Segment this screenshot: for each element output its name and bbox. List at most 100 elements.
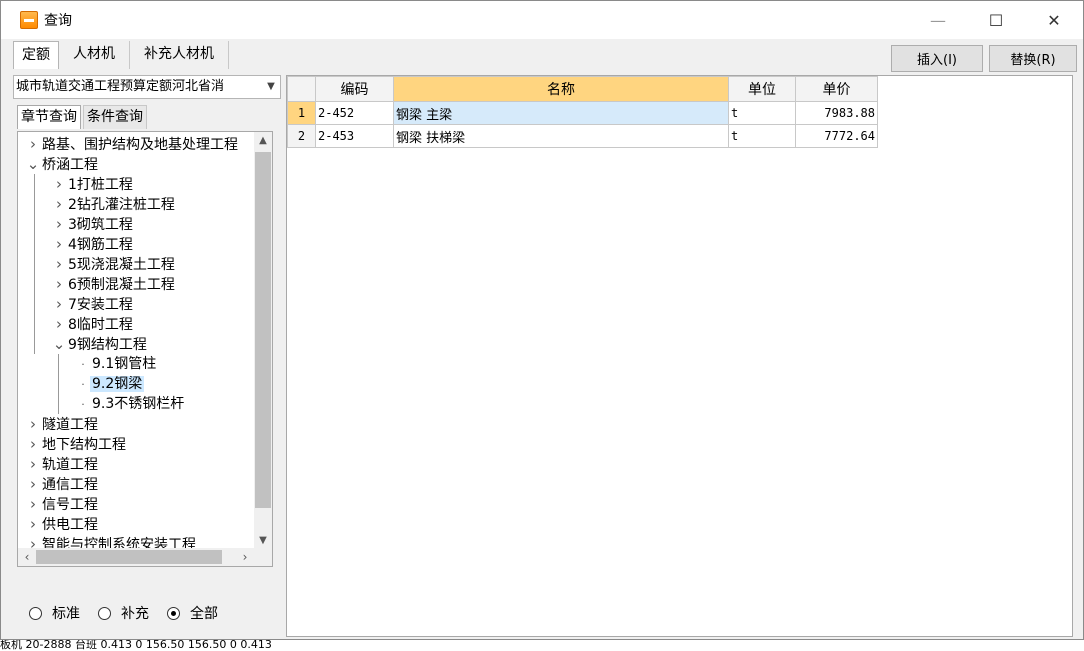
- tree-node[interactable]: › 信号工程: [18, 494, 254, 514]
- tree-node[interactable]: › 4钢筋工程: [18, 234, 254, 254]
- unit-cell[interactable]: t: [728, 124, 796, 148]
- row-number-cell[interactable]: 1: [287, 101, 316, 125]
- tree-node[interactable]: ⌄ 桥涵工程: [18, 154, 254, 174]
- chevron-down-icon[interactable]: ▼: [262, 76, 280, 98]
- scrollbar-thumb[interactable]: [255, 152, 271, 508]
- scroll-right-icon[interactable]: ›: [236, 548, 254, 566]
- tree-node-label: 地下结构工程: [42, 437, 126, 453]
- expand-icon[interactable]: ›: [26, 134, 40, 154]
- filter-radio[interactable]: 标准: [29, 603, 80, 623]
- tab-supplement-labor-material-machine[interactable]: 补充人材机: [130, 41, 229, 69]
- scroll-corner: [254, 548, 272, 566]
- tree-node[interactable]: › 供电工程: [18, 514, 254, 534]
- tree-node[interactable]: › 轨道工程: [18, 454, 254, 474]
- column-header-price[interactable]: 单价: [795, 76, 878, 102]
- expand-icon[interactable]: ›: [52, 234, 66, 254]
- tree-line-icon: ·: [81, 398, 85, 411]
- expand-icon[interactable]: ›: [52, 314, 66, 334]
- expand-icon[interactable]: ›: [26, 434, 40, 454]
- tree-node[interactable]: › 隧道工程: [18, 414, 254, 434]
- tree-node-label: 供电工程: [42, 517, 98, 533]
- tree-node-label: 9钢结构工程: [68, 337, 147, 353]
- column-header-name[interactable]: 名称: [393, 76, 729, 102]
- tree-node-label: 信号工程: [42, 497, 98, 513]
- scroll-left-icon[interactable]: ‹: [18, 548, 36, 566]
- collapse-icon[interactable]: ⌄: [52, 334, 66, 354]
- tree-node[interactable]: › 2钻孔灌注桩工程: [18, 194, 254, 214]
- tree-node-label: 轨道工程: [42, 457, 98, 473]
- tab-chapter-query[interactable]: 章节查询: [17, 105, 81, 129]
- filter-radio[interactable]: 补充: [98, 603, 149, 623]
- tree-node[interactable]: › 通信工程: [18, 474, 254, 494]
- tree-node[interactable]: · 9.2钢梁: [18, 374, 254, 394]
- tree-node[interactable]: · 9.3不锈钢栏杆: [18, 394, 254, 414]
- table-row[interactable]: 2 2-453 钢梁 扶梯梁 t 7772.64: [287, 124, 878, 148]
- tree-node-label: 8临时工程: [68, 317, 133, 333]
- expand-icon[interactable]: ›: [26, 414, 40, 434]
- name-cell[interactable]: 钢梁 扶梯梁: [393, 124, 729, 148]
- tab-quota[interactable]: 定额: [13, 41, 59, 69]
- tree-node-label: 9.3不锈钢栏杆: [92, 396, 185, 412]
- result-table: 编码 名称 单位 单价 1 2-452 钢梁 主梁 t 7983.88 2 2-453 钢梁 …: [287, 76, 878, 148]
- expand-icon[interactable]: ›: [26, 514, 40, 534]
- maximize-button[interactable]: ☐: [967, 1, 1025, 39]
- tree-node[interactable]: › 6预制混凝土工程: [18, 274, 254, 294]
- radio-button-icon[interactable]: [167, 606, 180, 620]
- tree-node-label: 桥涵工程: [42, 157, 98, 173]
- filter-radio[interactable]: 全部: [167, 603, 218, 623]
- price-cell[interactable]: 7772.64: [795, 124, 878, 148]
- code-cell[interactable]: 2-453: [315, 124, 394, 148]
- minimize-button[interactable]: —: [909, 1, 967, 39]
- unit-cell[interactable]: t: [728, 101, 796, 125]
- close-button[interactable]: ✕: [1025, 1, 1083, 39]
- tree-node[interactable]: › 3砌筑工程: [18, 214, 254, 234]
- expand-icon[interactable]: ›: [52, 194, 66, 214]
- expand-icon[interactable]: ›: [26, 494, 40, 514]
- tree-horizontal-scrollbar[interactable]: ‹ ›: [18, 548, 254, 566]
- quota-library-select[interactable]: 城市轨道交通工程预算定额河北省消 ▼: [13, 75, 281, 99]
- insert-button[interactable]: 插入(I): [891, 45, 983, 72]
- column-header-unit[interactable]: 单位: [728, 76, 796, 102]
- collapse-icon[interactable]: ⌄: [26, 154, 40, 174]
- scrollbar-thumb[interactable]: [36, 550, 222, 564]
- tree-node-label: 通信工程: [42, 477, 98, 493]
- title-bar: 查询 — ☐ ✕: [1, 1, 1083, 39]
- filter-radio-label: 全部: [190, 606, 218, 622]
- name-cell[interactable]: 钢梁 主梁: [393, 101, 729, 125]
- replace-button[interactable]: 替换(R): [989, 45, 1077, 72]
- radio-button-icon[interactable]: [29, 606, 42, 620]
- quota-library-value: 城市轨道交通工程预算定额河北省消: [16, 79, 225, 94]
- tree-node[interactable]: · 9.1钢管柱: [18, 354, 254, 374]
- price-cell[interactable]: 7983.88: [795, 101, 878, 125]
- tree-node[interactable]: › 1打桩工程: [18, 174, 254, 194]
- scroll-up-icon[interactable]: ▲: [254, 132, 272, 150]
- query-dialog: 查询 — ☐ ✕ 定额 人材机 补充人材机 插入(I) 替换(R) 城市轨道交通…: [0, 0, 1084, 640]
- tree-node-label: 9.2钢梁: [90, 376, 145, 392]
- tree-node[interactable]: › 路基、围护结构及地基处理工程: [18, 134, 254, 154]
- tree-node[interactable]: › 8临时工程: [18, 314, 254, 334]
- expand-icon[interactable]: ›: [52, 274, 66, 294]
- left-panel: 城市轨道交通工程预算定额河北省消 ▼ 章节查询 条件查询 › 路基、围护结构及地基…: [13, 75, 283, 637]
- tree-node[interactable]: › 5现浇混凝土工程: [18, 254, 254, 274]
- table-row[interactable]: 1 2-452 钢梁 主梁 t 7983.88: [287, 101, 878, 125]
- tree-node[interactable]: › 7安装工程: [18, 294, 254, 314]
- result-grid: 编码 名称 单位 单价 1 2-452 钢梁 主梁 t 7983.88 2 2-453 钢梁 …: [286, 75, 1073, 637]
- row-number-cell[interactable]: 2: [287, 124, 316, 148]
- tab-condition-query[interactable]: 条件查询: [83, 105, 147, 129]
- expand-icon[interactable]: ›: [52, 254, 66, 274]
- filter-radio-group: 标准 补充 全部: [29, 603, 218, 623]
- radio-button-icon[interactable]: [98, 606, 111, 620]
- column-header-code[interactable]: 编码: [315, 76, 394, 102]
- expand-icon[interactable]: ›: [52, 294, 66, 314]
- tree-node-label: 6预制混凝土工程: [68, 277, 175, 293]
- expand-icon[interactable]: ›: [26, 474, 40, 494]
- tree-node[interactable]: › 地下结构工程: [18, 434, 254, 454]
- app-icon: [20, 11, 38, 29]
- code-cell[interactable]: 2-452: [315, 101, 394, 125]
- tab-labor-material-machine[interactable]: 人材机: [59, 41, 130, 69]
- tree-vertical-scrollbar[interactable]: ▲ ▼: [254, 132, 272, 550]
- tree-node[interactable]: ⌄ 9钢结构工程: [18, 334, 254, 354]
- expand-icon[interactable]: ›: [26, 454, 40, 474]
- expand-icon[interactable]: ›: [52, 214, 66, 234]
- expand-icon[interactable]: ›: [52, 174, 66, 194]
